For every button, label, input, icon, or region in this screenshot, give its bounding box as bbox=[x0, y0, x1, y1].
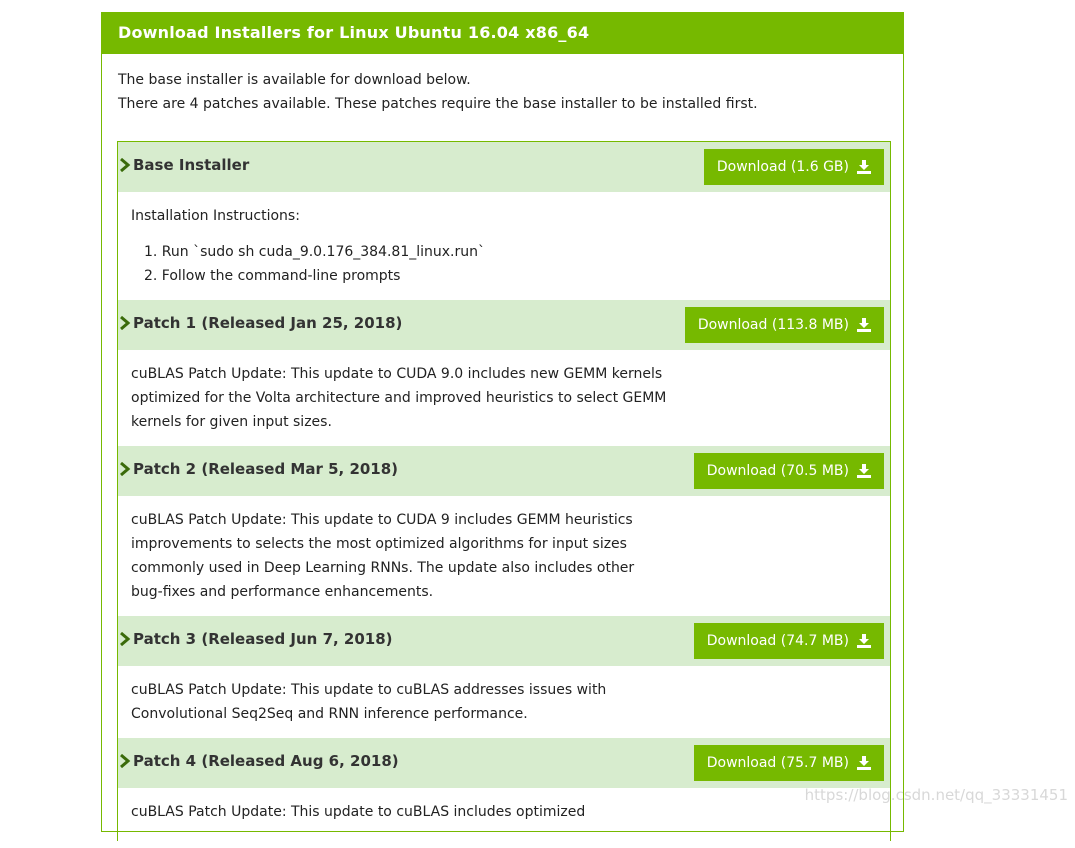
download-button-patch-1[interactable]: Download (113.8 MB) bbox=[684, 307, 884, 343]
description-line: bug-fixes and performance enhancements. bbox=[131, 584, 434, 600]
section-base-installer-body: Installation Instructions: 1. Run `sudo … bbox=[118, 192, 890, 300]
section-base-installer-header[interactable]: Base Installer Download (1.6 GB) bbox=[118, 142, 890, 192]
section-patch-2-body: cuBLAS Patch Update: This update to CUDA… bbox=[118, 496, 890, 616]
description-line: cuBLAS Patch Update: This update to CUDA… bbox=[131, 366, 663, 382]
section-title[interactable]: Patch 3 (Released Jun 7, 2018) bbox=[119, 630, 393, 648]
chevron-right-icon bbox=[120, 158, 131, 172]
download-icon bbox=[857, 160, 871, 174]
download-icon bbox=[857, 756, 871, 770]
download-button-patch-3[interactable]: Download (74.7 MB) bbox=[693, 623, 884, 659]
download-button-label: Download (75.7 MB) bbox=[706, 755, 849, 771]
description-line: cuBLAS Patch Update: This update to CUDA… bbox=[131, 512, 633, 528]
section-title-text: Patch 2 (Released Mar 5, 2018) bbox=[133, 460, 399, 478]
description-line: optimized for the Volta architecture and… bbox=[131, 390, 667, 406]
chevron-right-icon bbox=[120, 754, 131, 768]
intro-line-1: The base installer is available for down… bbox=[118, 72, 471, 88]
download-icon bbox=[857, 318, 871, 332]
download-panel: Download Installers for Linux Ubuntu 16.… bbox=[101, 12, 904, 841]
instruction-step: 1. Run `sudo sh cuda_9.0.176_384.81_linu… bbox=[144, 244, 486, 260]
section-patch-2-header[interactable]: Patch 2 (Released Mar 5, 2018) Download … bbox=[118, 446, 890, 496]
download-button-label: Download (1.6 GB) bbox=[716, 159, 849, 175]
chevron-right-icon bbox=[120, 316, 131, 330]
download-button-label: Download (113.8 MB) bbox=[697, 317, 849, 333]
section-title-text: Patch 1 (Released Jan 25, 2018) bbox=[133, 314, 403, 332]
description-line: kernels for given input sizes. bbox=[131, 414, 332, 430]
intro-text: The base installer is available for down… bbox=[102, 54, 903, 129]
section-title[interactable]: Base Installer bbox=[119, 156, 249, 174]
section-title-text: Patch 3 (Released Jun 7, 2018) bbox=[133, 630, 393, 648]
panel-title: Download Installers for Linux Ubuntu 16.… bbox=[102, 12, 903, 54]
section-title[interactable]: Patch 1 (Released Jan 25, 2018) bbox=[119, 314, 402, 332]
section-patch-1-header[interactable]: Patch 1 (Released Jan 25, 2018) Download… bbox=[118, 300, 890, 350]
description-line: cuBLAS Patch Update: This update to cuBL… bbox=[131, 804, 586, 820]
download-button-patch-4[interactable]: Download (75.7 MB) bbox=[693, 745, 884, 781]
section-patch-3-body: cuBLAS Patch Update: This update to cuBL… bbox=[118, 666, 890, 738]
download-button-base[interactable]: Download (1.6 GB) bbox=[703, 149, 884, 185]
installer-sections: Base Installer Download (1.6 GB) Install… bbox=[117, 141, 891, 841]
download-button-patch-2[interactable]: Download (70.5 MB) bbox=[693, 453, 884, 489]
instruction-step: 2. Follow the command-line prompts bbox=[144, 268, 401, 284]
section-patch-4-body: cuBLAS Patch Update: This update to cuBL… bbox=[118, 788, 890, 848]
section-patch-4-header[interactable]: Patch 4 (Released Aug 6, 2018) Download … bbox=[118, 738, 890, 788]
download-icon bbox=[857, 464, 871, 478]
chevron-right-icon bbox=[120, 462, 131, 476]
section-patch-3-header[interactable]: Patch 3 (Released Jun 7, 2018) Download … bbox=[118, 616, 890, 666]
description-line: cuBLAS Patch Update: This update to cuBL… bbox=[131, 682, 607, 698]
section-title[interactable]: Patch 2 (Released Mar 5, 2018) bbox=[119, 460, 398, 478]
watermark: https://blog.csdn.net/qq_33331451 bbox=[804, 786, 1068, 804]
section-title[interactable]: Patch 4 (Released Aug 6, 2018) bbox=[119, 752, 399, 770]
instructions-list: 1. Run `sudo sh cuda_9.0.176_384.81_linu… bbox=[131, 240, 890, 288]
description-line: commonly used in Deep Learning RNNs. The… bbox=[131, 560, 635, 576]
section-title-text: Patch 4 (Released Aug 6, 2018) bbox=[133, 752, 399, 770]
description-line: Convolutional Seq2Seq and RNN inference … bbox=[131, 706, 528, 722]
download-button-label: Download (74.7 MB) bbox=[706, 633, 849, 649]
chevron-right-icon bbox=[120, 632, 131, 646]
description-line: improvements to selects the most optimiz… bbox=[131, 536, 627, 552]
intro-line-2: There are 4 patches available. These pat… bbox=[118, 96, 758, 112]
section-title-text: Base Installer bbox=[133, 156, 250, 174]
section-patch-1-body: cuBLAS Patch Update: This update to CUDA… bbox=[118, 350, 890, 446]
instructions-label: Installation Instructions: bbox=[131, 208, 300, 224]
download-button-label: Download (70.5 MB) bbox=[706, 463, 849, 479]
download-icon bbox=[857, 634, 871, 648]
